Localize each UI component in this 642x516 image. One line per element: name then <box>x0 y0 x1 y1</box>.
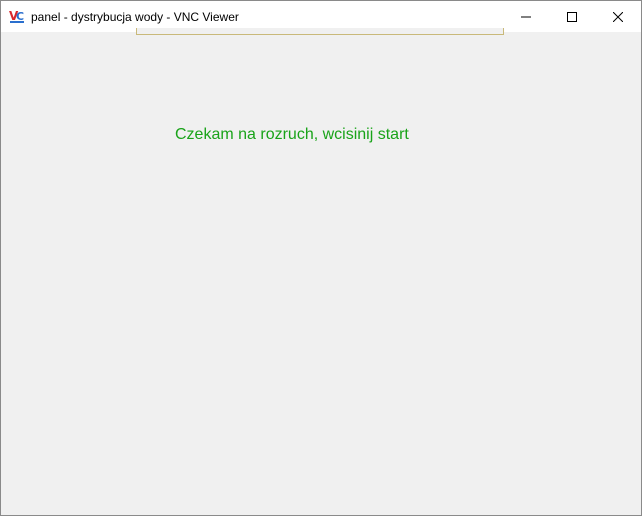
status-message: Czekam na rozruch, wcisinij start <box>175 126 409 143</box>
vnc-viewer-icon: V C <box>9 9 24 23</box>
minimize-icon <box>521 16 531 17</box>
close-button[interactable] <box>595 1 641 32</box>
window-title: panel - dystrybucja wody - VNC Viewer <box>31 10 239 24</box>
top-panel-frame <box>136 28 504 35</box>
vnc-viewer-window: V C panel - dystrybucja wody - VNC Viewe… <box>0 0 642 516</box>
close-icon <box>613 11 623 22</box>
remote-screen[interactable]: Czekam na rozruch, wcisinij start <box>1 28 641 515</box>
maximize-button[interactable] <box>549 1 595 32</box>
minimize-button[interactable] <box>503 1 549 32</box>
maximize-icon <box>567 11 577 22</box>
